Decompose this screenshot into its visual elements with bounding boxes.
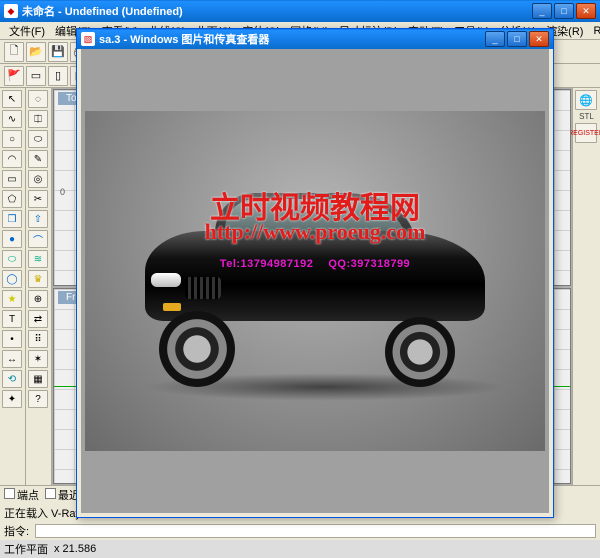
wheel-front xyxy=(159,311,235,387)
popup-minimize-button[interactable]: _ xyxy=(485,31,505,47)
car-render xyxy=(125,181,505,381)
open-icon[interactable]: 📂 xyxy=(26,42,46,62)
popup-app-icon: ▧ xyxy=(81,32,95,46)
car-headlight xyxy=(151,273,181,287)
trim-icon[interactable]: ✂ xyxy=(28,190,48,208)
left-toolbox-col2: ◌ ⎅ ⬭ ✎ ◎ ✂ ⇧ ⌒ ≋ ♛ ⊕ ⇄ ⠿ ✶ ▦ ? xyxy=(26,88,52,485)
ellipse-icon[interactable]: ⬭ xyxy=(28,130,48,148)
help-tool-icon[interactable]: ? xyxy=(28,390,48,408)
misc-icon[interactable]: ✦ xyxy=(2,390,22,408)
offset-icon[interactable]: ◎ xyxy=(28,170,48,188)
menu-rhinogold[interactable]: RhinoGold xyxy=(588,24,600,38)
rect-icon[interactable]: ▭ xyxy=(2,170,22,188)
coord-x: x 21.586 xyxy=(54,543,96,555)
command-input[interactable] xyxy=(35,524,596,538)
star-icon[interactable]: ★ xyxy=(2,290,22,308)
sphere-icon[interactable]: ● xyxy=(2,230,22,248)
new-icon[interactable]: 🗋 xyxy=(4,42,24,62)
save-icon[interactable]: 💾 xyxy=(48,42,68,62)
boolean-icon[interactable]: ⊕ xyxy=(28,290,48,308)
close-button[interactable]: ✕ xyxy=(576,3,596,19)
dim-icon[interactable]: ↔ xyxy=(2,350,22,368)
crown-icon[interactable]: ♛ xyxy=(28,270,48,288)
explode-icon[interactable]: ✶ xyxy=(28,350,48,368)
pointer-icon[interactable]: ↖ xyxy=(2,90,22,108)
globe-icon[interactable]: 🌐 xyxy=(575,90,597,110)
extrude-icon[interactable]: ⇧ xyxy=(28,210,48,228)
new-flag-icon[interactable]: 🚩 xyxy=(4,66,24,86)
popup-close-button[interactable]: ✕ xyxy=(529,31,549,47)
popup-maximize-button[interactable]: □ xyxy=(507,31,527,47)
view-front-icon[interactable]: ▯ xyxy=(48,66,68,86)
coord-row: 工作平面 x 21.586 xyxy=(0,540,600,558)
render-image: 立时视频教程网 http://www.proeug.com Tel:137949… xyxy=(85,111,545,451)
polygon-icon[interactable]: ⬠ xyxy=(2,190,22,208)
image-viewer-window[interactable]: ▧ sa.3 - Windows 图片和传真查看器 _ □ ✕ 立时视频教程网 … xyxy=(76,28,554,518)
main-titlebar: ◆ 未命名 - Undefined (Undefined) _ □ ✕ xyxy=(0,0,600,22)
cylinder-icon[interactable]: ⬭ xyxy=(2,250,22,268)
lasso-icon[interactable]: ◌ xyxy=(28,90,48,108)
snap-endpoint[interactable]: 端点 xyxy=(4,487,39,503)
curve-icon[interactable]: ∿ xyxy=(2,110,22,128)
torus-icon[interactable]: ◯ xyxy=(2,270,22,288)
mirror-icon[interactable]: ⇄ xyxy=(28,310,48,328)
stl-label: STL xyxy=(575,112,598,121)
left-toolbox-col1: ↖ ∿ ○ ◠ ▭ ⬠ ❒ ● ⬭ ◯ ★ T • ↔ ⟲ ✦ xyxy=(0,88,26,485)
right-panel: 🌐 STL REGISTER xyxy=(572,88,600,485)
box-icon[interactable]: ❒ xyxy=(2,210,22,228)
register-icon[interactable]: REGISTER xyxy=(575,123,597,143)
freeform-icon[interactable]: ✎ xyxy=(28,150,48,168)
array-icon[interactable]: ⠿ xyxy=(28,330,48,348)
revolve-icon[interactable]: ⟲ xyxy=(2,370,22,388)
view-top-icon[interactable]: ▭ xyxy=(26,66,46,86)
arc-icon[interactable]: ◠ xyxy=(2,150,22,168)
cplane-label: 工作平面 xyxy=(4,541,48,557)
axis-marker: 0 xyxy=(60,187,65,197)
text-icon[interactable]: T xyxy=(2,310,22,328)
menu-file[interactable]: 文件(F) xyxy=(4,22,50,40)
command-label: 指令: xyxy=(4,523,29,539)
fillet-icon[interactable]: ⌒ xyxy=(28,230,48,248)
car-grille xyxy=(185,277,221,299)
car-foglight xyxy=(163,303,181,311)
wheel-rear xyxy=(385,317,455,387)
circle-icon[interactable]: ○ xyxy=(2,130,22,148)
car-body xyxy=(145,231,485,321)
maximize-button[interactable]: □ xyxy=(554,3,574,19)
group-tool-icon[interactable]: ▦ xyxy=(28,370,48,388)
minimize-button[interactable]: _ xyxy=(532,3,552,19)
window-title: 未命名 - Undefined (Undefined) xyxy=(22,3,530,19)
point-icon[interactable]: • xyxy=(2,330,22,348)
popup-body: 立时视频教程网 http://www.proeug.com Tel:137949… xyxy=(81,49,549,513)
popup-title: sa.3 - Windows 图片和传真查看器 xyxy=(99,31,483,47)
command-row: 指令: xyxy=(0,522,600,540)
popup-titlebar[interactable]: ▧ sa.3 - Windows 图片和传真查看器 _ □ ✕ xyxy=(77,29,553,49)
loft-icon[interactable]: ≋ xyxy=(28,250,48,268)
app-icon: ◆ xyxy=(4,4,18,18)
polyline-icon[interactable]: ⎅ xyxy=(28,110,48,128)
